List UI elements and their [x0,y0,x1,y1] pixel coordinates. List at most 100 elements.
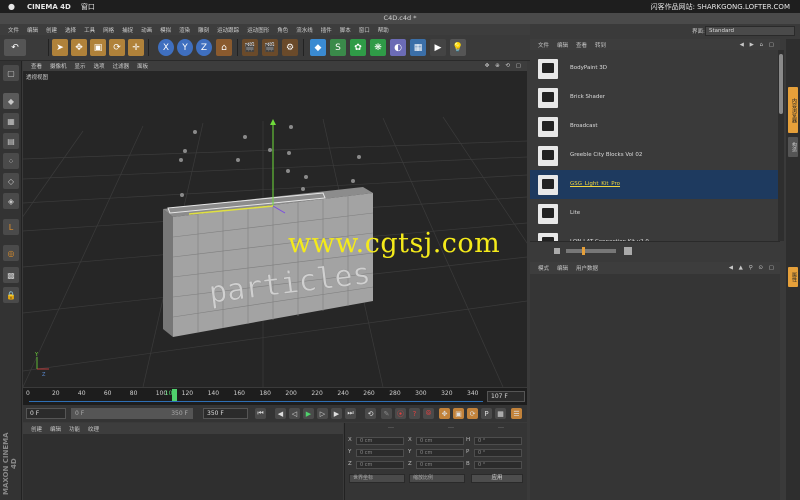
coordinate-system-icon[interactable]: ⌂ [216,39,232,56]
model-mode-icon[interactable]: ◆ [3,93,19,109]
menu-item[interactable]: 插件 [321,26,332,34]
key-rotation-icon[interactable]: ⟳ [467,408,478,419]
camera-icon[interactable]: ▶ [430,39,446,56]
light-icon[interactable]: 💡 [450,39,466,56]
attribute-menu-item[interactable]: 用户数据 [576,264,598,272]
browser-item[interactable]: Lite [530,199,778,228]
render-picture-icon[interactable]: 🎬 [262,39,278,56]
viewport-menu-item[interactable]: 查看 [31,62,42,70]
scale-tool-icon[interactable]: ▣ [90,39,106,56]
render-view-icon[interactable]: 🎬 [242,39,258,56]
browser-scrollbar[interactable] [778,50,784,241]
browser-menu-item[interactable]: 编辑 [557,41,568,49]
key-position-icon[interactable]: ✥ [439,408,450,419]
browser-item[interactable]: LON-LAT Connection Kit v2.0 [530,228,778,241]
render-settings-icon[interactable]: ⚙ [282,39,298,56]
material-area[interactable] [23,434,343,500]
viewport-menu-item[interactable]: 显示 [75,62,86,70]
timeline-ruler[interactable]: 107 F 0 20 40 60 80 100 107 120 140 160 180 200 220 2… [23,388,527,405]
move-tool-icon[interactable]: ✥ [71,39,87,56]
menu-item[interactable]: 雕刻 [198,26,209,34]
menu-item[interactable]: 编辑 [27,26,38,34]
browser-item[interactable]: Brick Shader [530,83,778,112]
x-axis-icon[interactable]: X [158,39,174,56]
material-menu-item[interactable]: 纹理 [88,425,99,433]
prev-frame-icon[interactable]: ◁ [289,408,300,419]
key-scale-icon[interactable]: ▣ [453,408,464,419]
menu-item[interactable]: 窗口 [359,26,370,34]
subdivision-icon[interactable]: ✿ [350,39,366,56]
record-icon[interactable]: ⦿ [395,408,406,419]
viewport-menu-item[interactable]: 过滤器 [113,62,130,70]
material-menu-item[interactable]: 创建 [31,425,42,433]
next-frame-icon[interactable]: ▷ [317,408,328,419]
menu-item[interactable]: 网格 [103,26,114,34]
range-slider[interactable]: 0 F 350 F [71,408,193,419]
attribute-nav-icons[interactable]: ◀ ▲ ⚲ ⊙ ▢ [729,265,776,271]
thumb-small-icon[interactable] [554,248,560,254]
viewport-menu-item[interactable]: 面板 [137,62,148,70]
coord-rot-field[interactable]: 0 ° [474,461,522,469]
layout-select[interactable]: Standard [705,26,795,36]
array-icon[interactable]: ❋ [370,39,386,56]
browser-menu-item[interactable]: 转到 [595,41,606,49]
texture-mode-icon[interactable]: ▦ [3,113,19,129]
goto-start-icon[interactable]: ⏮ [255,408,266,419]
viewport-menu-item[interactable]: 摄像机 [50,62,67,70]
floor-icon[interactable]: ▦ [410,39,426,56]
app-menu[interactable]: CINEMA 4D [27,3,71,11]
menu-item[interactable]: 动画 [141,26,152,34]
y-axis-icon[interactable]: Y [177,39,193,56]
menu-item[interactable]: 渲染 [179,26,190,34]
polygons-mode-icon[interactable]: ◈ [3,193,19,209]
menu-item[interactable]: 模拟 [160,26,171,34]
coord-pos-field[interactable]: 0 cm [356,461,404,469]
browser-scroll-thumb[interactable] [779,54,783,114]
keyframe-selection-icon[interactable]: ⦾ [423,408,434,419]
timeline-window-icon[interactable]: ☰ [511,408,522,419]
thumb-large-icon[interactable] [624,247,632,255]
browser-item[interactable]: Greeble City Blocks Vol 02 [530,141,778,170]
start-frame-field[interactable]: 0 F [26,408,66,419]
loop-icon[interactable]: ⟲ [365,408,376,419]
attribute-menu-item[interactable]: 模式 [538,264,549,272]
perspective-viewport[interactable]: 透视视图 particles Y Z www.cgtsj.com [23,71,527,387]
menu-item[interactable]: 文件 [8,26,19,34]
solo-icon[interactable]: ▩ [3,267,19,283]
lock-workplane-icon[interactable]: 🔒 [3,287,19,303]
workplane-icon[interactable]: ▤ [3,133,19,149]
goto-end-icon[interactable]: ⏭ [345,408,356,419]
menu-item[interactable]: 捕捉 [122,26,133,34]
axis-mode-icon[interactable]: L [3,219,19,235]
browser-item[interactable]: BodyPaint 3D [530,54,778,83]
undo-button[interactable]: ↶ [4,39,26,56]
points-mode-icon[interactable]: ⁘ [3,153,19,169]
coord-rot-field[interactable]: 0 ° [474,437,522,445]
key-param-icon[interactable]: P [481,408,492,419]
attribute-menu-item[interactable]: 编辑 [557,264,568,272]
material-menu-item[interactable]: 功能 [69,425,80,433]
menu-item[interactable]: 帮助 [378,26,389,34]
select-tool-icon[interactable]: ➤ [52,39,68,56]
browser-menu-item[interactable]: 文件 [538,41,549,49]
coord-mode-select[interactable]: 世界坐标 [349,474,405,483]
make-editable-icon[interactable]: ▢ [3,65,19,81]
apply-button[interactable]: 应用 [471,474,523,483]
browser-item[interactable]: GSG_Light_Kit_Pro [530,170,778,199]
coord-rot-field[interactable]: 0 ° [474,449,522,457]
end-frame-field[interactable]: 350 F [203,408,248,419]
snap-icon[interactable]: ◎ [3,245,19,261]
next-key-icon[interactable]: ▶ [331,408,342,419]
current-frame-field[interactable]: 107 F [487,391,525,402]
menu-item[interactable]: 角色 [277,26,288,34]
cube-icon[interactable]: ◆ [310,39,326,56]
viewport-nav-icons[interactable]: ✥ ⊕ ⟲ ▢ [485,63,523,69]
rotate-tool-icon[interactable]: ⟳ [109,39,125,56]
browser-menu-item[interactable]: 查看 [576,41,587,49]
menu-item[interactable]: 运动跟踪 [217,26,239,34]
menu-item[interactable]: 工具 [84,26,95,34]
tab-structure[interactable]: 构造 [788,137,798,157]
last-tool-icon[interactable]: ✛ [128,39,144,56]
thumb-size-slider[interactable] [566,249,616,253]
menu-item[interactable]: 运动图形 [247,26,269,34]
